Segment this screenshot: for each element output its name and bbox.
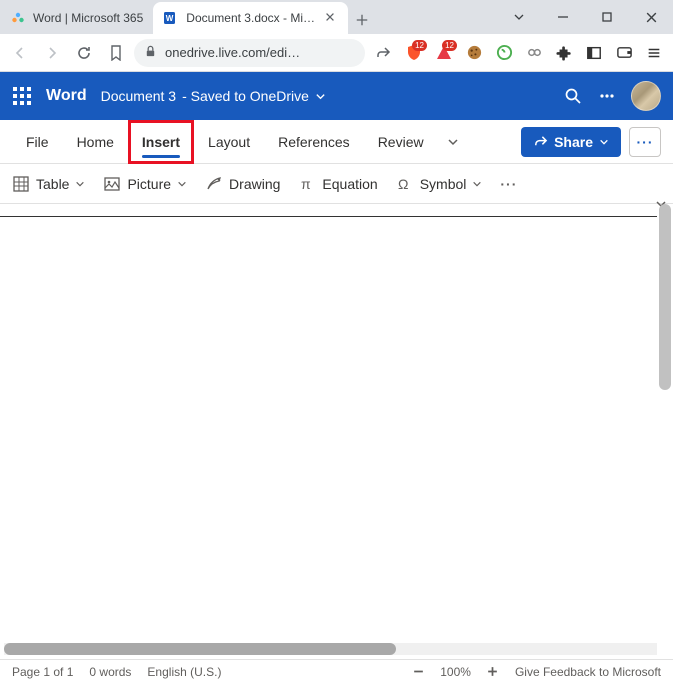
chevron-down-icon (75, 179, 85, 189)
page-indicator[interactable]: Page 1 of 1 (12, 665, 73, 679)
window-controls (497, 0, 673, 34)
nav-forward-icon[interactable] (38, 39, 66, 67)
tab-title: Document 3.docx - Micros (186, 11, 317, 25)
word-brand[interactable]: Word (46, 87, 87, 105)
ribbon-more-tabs[interactable] (438, 136, 468, 148)
browser-tab-active[interactable]: W Document 3.docx - Micros (153, 2, 348, 34)
link-ext-icon[interactable] (521, 40, 547, 66)
table-button[interactable]: Table (12, 175, 85, 193)
nav-reload-icon[interactable] (70, 39, 98, 67)
share-button[interactable]: Share (521, 127, 621, 157)
ribbon-tabs: File Home Insert Layout References Revie… (0, 120, 673, 164)
green-ext-icon[interactable] (491, 40, 517, 66)
tab-title: Word | Microsoft 365 (33, 11, 143, 25)
ribbon-overflow-button[interactable]: ··· (629, 127, 661, 157)
panel-ext-icon[interactable] (581, 40, 607, 66)
m365-favicon (10, 10, 26, 26)
nav-back-icon[interactable] (6, 39, 34, 67)
new-tab-button[interactable] (348, 6, 376, 34)
chevron-down-icon (315, 91, 326, 102)
ext-badge: 12 (412, 40, 427, 51)
window-dropdown-icon[interactable] (497, 2, 541, 32)
user-avatar[interactable] (631, 81, 661, 111)
bookmark-icon[interactable] (102, 39, 130, 67)
symbol-button[interactable]: Ω Symbol (396, 175, 483, 193)
svg-text:Ω: Ω (398, 176, 408, 192)
equation-button[interactable]: π Equation (298, 175, 377, 193)
menu-icon[interactable] (641, 40, 667, 66)
share-label: Share (554, 134, 593, 150)
browser-address-bar: onedrive.live.com/edi… 12 12 (0, 34, 673, 72)
document-page[interactable] (0, 216, 657, 636)
tab-references[interactable]: References (264, 120, 364, 164)
ext-badge: 12 (442, 40, 457, 51)
word-favicon: W (163, 10, 179, 26)
zoom-in-icon[interactable] (485, 664, 501, 680)
tab-home[interactable]: Home (63, 120, 128, 164)
vertical-scrollbar[interactable] (659, 204, 671, 390)
triangle-ext-icon[interactable]: 12 (431, 40, 457, 66)
doc-name: Document 3 (101, 88, 176, 104)
extension-icons: 12 12 (401, 40, 667, 66)
insert-toolbar: Table Picture Drawing π Equation Ω Symbo… (0, 164, 673, 204)
tab-insert[interactable]: Insert (128, 120, 194, 164)
horizontal-scrollbar-track[interactable] (4, 643, 657, 655)
browser-titlebar: Word | Microsoft 365 W Document 3.docx -… (0, 0, 673, 34)
status-bar: Page 1 of 1 0 words English (U.S.) 100% … (0, 659, 673, 683)
search-icon[interactable] (563, 86, 583, 106)
chevron-down-icon (177, 179, 187, 189)
document-title[interactable]: Document 3 - Saved to OneDrive (101, 88, 326, 104)
share-page-icon[interactable] (369, 39, 397, 67)
svg-text:W: W (166, 14, 174, 23)
word-count[interactable]: 0 words (89, 665, 131, 679)
tab-file[interactable]: File (12, 120, 63, 164)
app-launcher-icon[interactable] (12, 86, 32, 106)
browser-tab[interactable]: Word | Microsoft 365 (0, 2, 153, 34)
chevron-down-icon (472, 179, 482, 189)
picture-button[interactable]: Picture (103, 175, 187, 193)
zoom-out-icon[interactable] (410, 664, 426, 680)
word-header: Word Document 3 - Saved to OneDrive (0, 72, 673, 120)
language-indicator[interactable]: English (U.S.) (147, 665, 221, 679)
equation-label: Equation (322, 176, 377, 192)
puzzle-ext-icon[interactable] (551, 40, 577, 66)
document-area[interactable] (0, 204, 657, 655)
window-minimize-icon[interactable] (541, 2, 585, 32)
drawing-button[interactable]: Drawing (205, 175, 280, 193)
tab-review[interactable]: Review (364, 120, 438, 164)
brave-shield-icon[interactable]: 12 (401, 40, 427, 66)
chevron-down-icon (599, 137, 609, 147)
symbol-label: Symbol (420, 176, 467, 192)
save-status: - Saved to OneDrive (182, 88, 309, 104)
toolbar-overflow[interactable]: ··· (500, 176, 517, 192)
horizontal-scrollbar-thumb[interactable] (4, 643, 396, 655)
more-icon[interactable] (597, 86, 617, 106)
url-box[interactable]: onedrive.live.com/edi… (134, 39, 365, 67)
window-close-icon[interactable] (629, 2, 673, 32)
zoom-level[interactable]: 100% (440, 665, 471, 679)
tab-layout[interactable]: Layout (194, 120, 264, 164)
feedback-link[interactable]: Give Feedback to Microsoft (515, 665, 661, 679)
lock-icon (144, 45, 157, 61)
drawing-label: Drawing (229, 176, 280, 192)
svg-text:π: π (301, 176, 311, 192)
cookie-ext-icon[interactable] (461, 40, 487, 66)
tab-close-icon[interactable] (324, 11, 338, 25)
window-maximize-icon[interactable] (585, 2, 629, 32)
url-text: onedrive.live.com/edi… (165, 45, 300, 60)
table-label: Table (36, 176, 69, 192)
wallet-ext-icon[interactable] (611, 40, 637, 66)
picture-label: Picture (127, 176, 171, 192)
